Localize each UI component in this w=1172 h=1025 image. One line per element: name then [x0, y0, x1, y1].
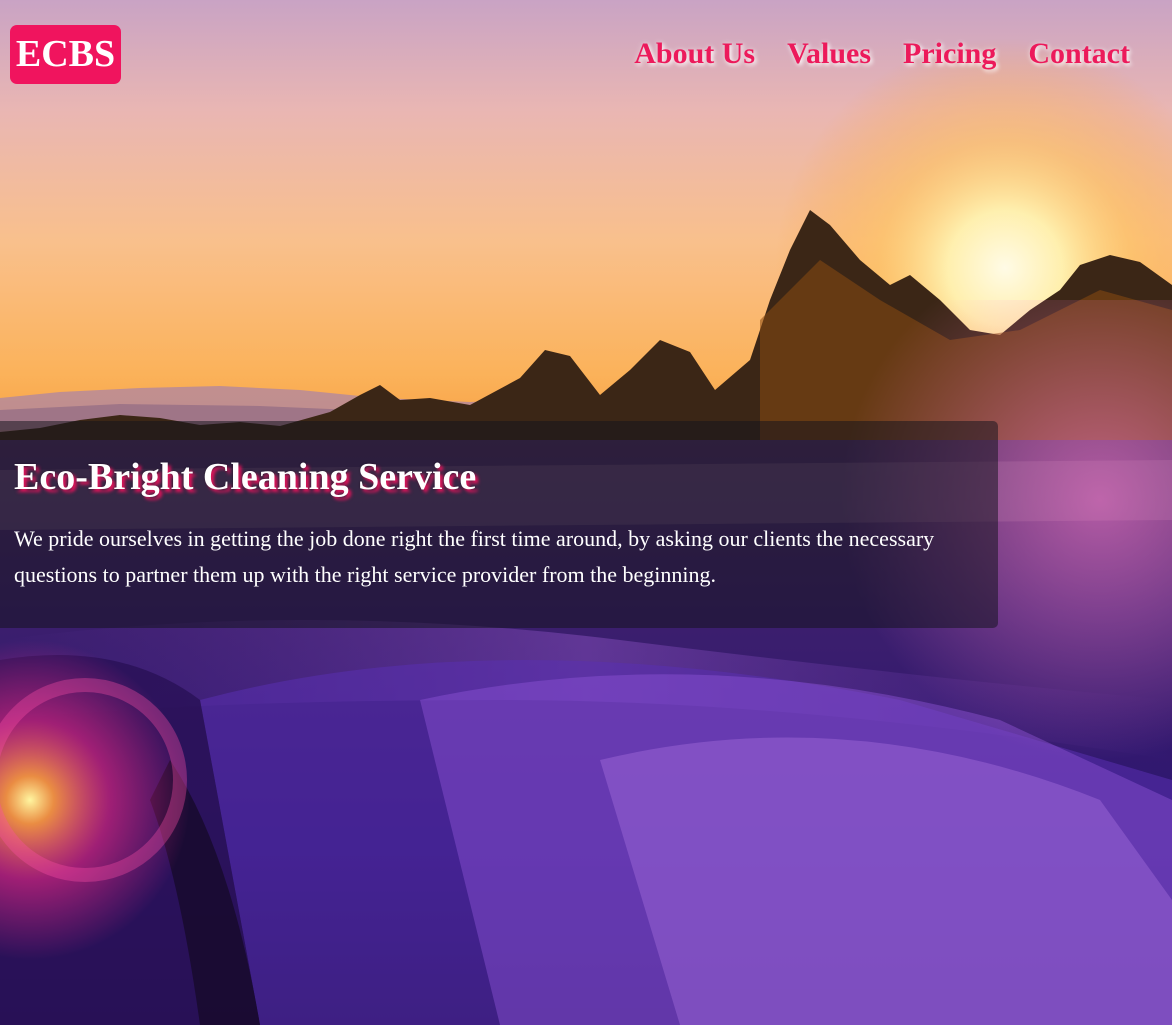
hero-section: ECBS About Us Values Pricing Contact Eco… — [0, 0, 1172, 1025]
nav-link-contact[interactable]: Contact — [1028, 34, 1130, 74]
hero-title: Eco-Bright Cleaning Service — [14, 456, 477, 498]
nav-link-pricing[interactable]: Pricing — [903, 34, 996, 74]
nav-link-about-us[interactable]: About Us — [634, 34, 755, 74]
site-logo[interactable]: ECBS — [10, 25, 121, 84]
main-navigation: About Us Values Pricing Contact — [634, 34, 1130, 74]
hero-content-panel: Eco-Bright Cleaning Service We pride our… — [0, 421, 998, 628]
hero-description: We pride ourselves in getting the job do… — [14, 526, 935, 587]
nav-link-values[interactable]: Values — [787, 34, 871, 74]
